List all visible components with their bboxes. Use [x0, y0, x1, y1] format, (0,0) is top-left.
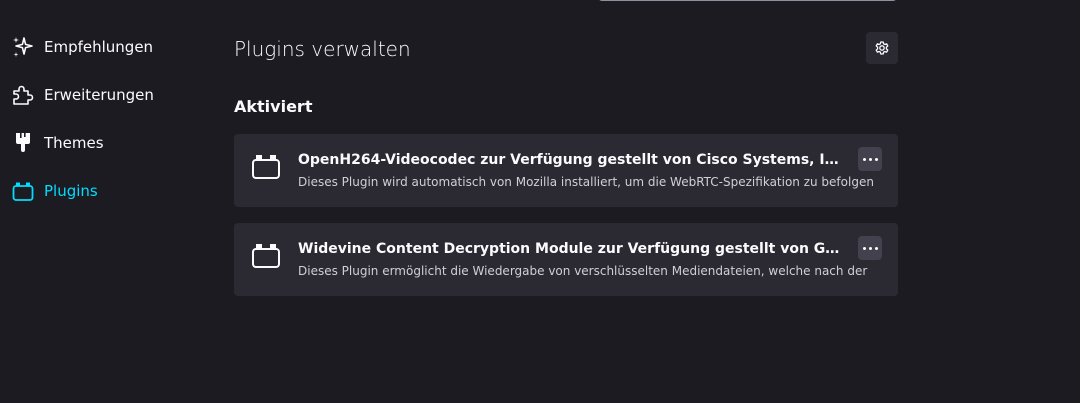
plugin-icon: [11, 179, 35, 203]
sidebar-item-plugins[interactable]: Plugins: [0, 167, 200, 215]
plugin-icon: [250, 239, 282, 271]
more-options-icon: [862, 246, 878, 250]
page-title: Plugins verwalten: [234, 37, 411, 61]
gear-icon: [874, 40, 890, 56]
sidebar-item-recommendations[interactable]: Empfehlungen: [0, 23, 200, 71]
sidebar-item-themes[interactable]: Themes: [0, 119, 200, 167]
plugin-name[interactable]: Widevine Content Decryption Module zur V…: [298, 239, 848, 259]
sidebar-item-label: Plugins: [44, 182, 98, 200]
search-field[interactable]: [598, 0, 897, 1]
plugin-card[interactable]: Widevine Content Decryption Module zur V…: [234, 223, 898, 296]
sidebar-item-label: Themes: [44, 134, 104, 152]
plugin-name[interactable]: OpenH264-Videocodec zur Verfügung gestel…: [298, 150, 848, 170]
puzzle-icon: [11, 83, 35, 107]
sidebar-item-label: Erweiterungen: [44, 86, 154, 104]
more-options-button[interactable]: [858, 147, 882, 171]
more-options-button[interactable]: [858, 236, 882, 260]
plugin-icon: [250, 150, 282, 182]
sidebar-item-extensions[interactable]: Erweiterungen: [0, 71, 200, 119]
plugin-card[interactable]: OpenH264-Videocodec zur Verfügung gestel…: [234, 134, 898, 207]
paintbrush-icon: [11, 131, 35, 155]
sparkle-icon: [11, 35, 35, 59]
plugin-description: Dieses Plugin wird automatisch von Mozil…: [298, 175, 874, 189]
section-heading-enabled: Aktiviert: [234, 97, 313, 116]
sidebar: Empfehlungen Erweiterungen Themes Plugin…: [0, 23, 200, 215]
more-options-icon: [862, 157, 878, 161]
settings-button[interactable]: [866, 32, 898, 64]
sidebar-item-label: Empfehlungen: [44, 38, 154, 56]
plugin-description: Dieses Plugin ermöglicht die Wiedergabe …: [298, 264, 868, 278]
